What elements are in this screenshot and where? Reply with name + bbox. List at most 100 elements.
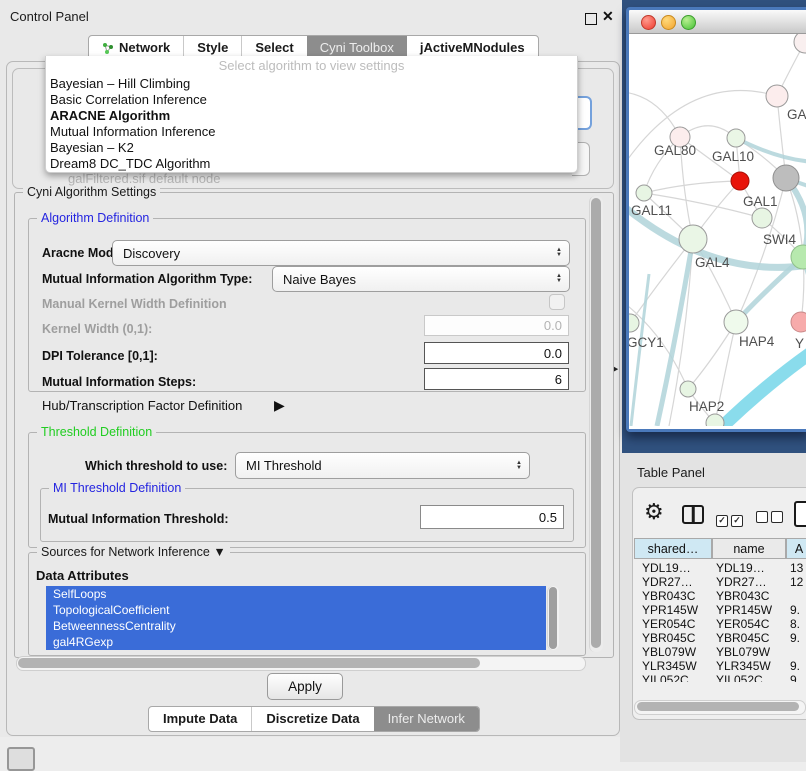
threshold-definition-title: Threshold Definition xyxy=(37,425,156,439)
cyni-algorithm-settings-title: Cyni Algorithm Settings xyxy=(23,185,160,199)
data-attributes-label: Data Attributes xyxy=(36,568,129,583)
apply-button[interactable]: Apply xyxy=(267,673,343,700)
attributes-scrollbar-thumb[interactable] xyxy=(549,587,557,649)
table-panel: Table Panel ⚙ ✓✓ shared… name A YDL19…YD… xyxy=(620,453,806,762)
document-icon[interactable] xyxy=(794,501,806,527)
mi-type-value: Naive Bayes xyxy=(283,272,356,287)
zoom-traffic-light-icon[interactable] xyxy=(681,15,696,30)
node-red-selected[interactable] xyxy=(731,172,749,190)
tab-impute-data[interactable]: Impute Data xyxy=(149,707,251,731)
mi-type-combobox[interactable]: Naive Bayes ▲▼ xyxy=(272,266,570,292)
sources-title[interactable]: Sources for Network Inference xyxy=(41,545,210,559)
minimize-traffic-light-icon[interactable] xyxy=(661,15,676,30)
column-header-name[interactable]: name xyxy=(712,538,786,559)
table-horizontal-scrollbar[interactable] xyxy=(634,700,806,715)
cyni-bottom-tabstrip: Impute Data Discretize Data Infer Networ… xyxy=(148,706,480,732)
node-gal11[interactable] xyxy=(636,185,652,201)
node-label-gal1: GAL1 xyxy=(743,194,778,209)
dropdown-item-basic-correlation[interactable]: Basic Correlation Inference xyxy=(46,92,577,108)
node-hap4[interactable] xyxy=(724,310,748,334)
which-threshold-value: MI Threshold xyxy=(246,458,322,473)
aracne-mode-combobox[interactable]: Discovery ▲▼ xyxy=(112,240,570,266)
network-edge-cyan xyxy=(723,350,806,426)
network-combobox-value: galFiltered.sif default node xyxy=(68,171,220,186)
mi-threshold-field[interactable]: 0.5 xyxy=(420,505,564,529)
which-threshold-label: Which threshold to use: xyxy=(85,459,227,473)
node-label-gal11: GAL11 xyxy=(631,203,672,218)
sources-title-wrap: Sources for Network Inference ▼ xyxy=(37,545,230,559)
tab-discretize-data[interactable]: Discretize Data xyxy=(251,707,373,731)
select-all-checkboxes-icon[interactable]: ✓✓ xyxy=(716,510,746,528)
node-label-hap4: HAP4 xyxy=(739,334,775,349)
float-window-icon[interactable] xyxy=(585,13,597,25)
control-panel: Control Panel ✕ Network Style Select Cyn… xyxy=(0,0,622,737)
dpi-tolerance-field[interactable]: 0.0 xyxy=(424,342,569,364)
sources-collapse-arrow-icon[interactable]: ▼ xyxy=(213,545,225,559)
manual-kernel-label: Manual Kernel Width Definition xyxy=(42,297,227,311)
node-label-gal80: GAL80 xyxy=(654,143,696,158)
node-hap2[interactable] xyxy=(680,381,696,397)
network-window-titlebar[interactable] xyxy=(629,10,806,34)
unchecked-box-icon xyxy=(771,511,783,523)
close-icon[interactable]: ✕ xyxy=(602,8,614,25)
list-item-gal4rgexp[interactable]: gal4RGexp xyxy=(46,634,546,650)
node-unlabeled-top[interactable] xyxy=(794,34,806,53)
kernel-width-field[interactable]: 0.0 xyxy=(424,315,569,336)
node-y[interactable] xyxy=(791,312,806,332)
dropdown-item-mutual-information[interactable]: Mutual Information Inference xyxy=(46,124,577,140)
close-traffic-light-icon[interactable] xyxy=(641,15,656,30)
node-gal-pink[interactable] xyxy=(766,85,788,107)
control-panel-title: Control Panel xyxy=(10,9,89,24)
hub-definition-label[interactable]: Hub/Transcription Factor Definition xyxy=(42,398,242,413)
algorithm-definition-title: Algorithm Definition xyxy=(37,211,153,225)
tab-infer-network[interactable]: Infer Network xyxy=(374,707,479,731)
settings-horizontal-scrollbar[interactable] xyxy=(16,656,586,671)
kernel-width-label: Kernel Width (0,1): xyxy=(42,322,152,336)
settings-vertical-scrollbar[interactable] xyxy=(589,196,603,652)
mi-steps-label: Mutual Information Steps: xyxy=(42,375,196,389)
stepper-icon: ▲▼ xyxy=(516,461,522,471)
node-gal1[interactable] xyxy=(752,208,772,228)
checked-box-icon: ✓ xyxy=(731,515,743,527)
dropdown-item-aracne[interactable]: ARACNE Algorithm xyxy=(46,108,577,124)
node-label-gal4: GAL4 xyxy=(695,255,730,270)
list-item-topologicalcoefficient[interactable]: TopologicalCoefficient xyxy=(46,602,546,618)
which-threshold-combobox[interactable]: MI Threshold ▲▼ xyxy=(235,452,530,479)
hub-expand-arrow-icon[interactable]: ▶ xyxy=(274,397,285,414)
attributes-scrollbar[interactable] xyxy=(547,586,559,650)
node-gal4[interactable] xyxy=(679,225,707,253)
column-header-shared[interactable]: shared… xyxy=(634,538,712,559)
mi-type-label: Mutual Information Algorithm Type: xyxy=(42,272,252,286)
node-gal10[interactable] xyxy=(727,129,745,147)
gear-icon[interactable]: ⚙ xyxy=(644,499,664,525)
node-label-gal10: GAL10 xyxy=(712,149,754,164)
table-panel-title: Table Panel xyxy=(637,465,705,480)
dropdown-item-bayesian-k2[interactable]: Bayesian – K2 xyxy=(46,140,577,156)
tab-infer-network-label: Infer Network xyxy=(388,711,465,726)
deselect-all-checkboxes-icon[interactable] xyxy=(756,510,786,528)
mi-threshold-label: Mutual Information Threshold: xyxy=(48,512,229,526)
settings-horizontal-scrollbar-thumb[interactable] xyxy=(18,658,480,668)
network-icon xyxy=(102,42,114,54)
dropdown-hint: Select algorithm to view settings xyxy=(46,56,577,76)
table-horizontal-scrollbar-thumb[interactable] xyxy=(637,702,799,711)
data-attributes-list: SelfLoops TopologicalCoefficient Between… xyxy=(46,586,546,650)
splitpane-caret-icon[interactable]: ‣ xyxy=(612,362,620,378)
tab-discretize-data-label: Discretize Data xyxy=(266,711,359,726)
network-canvas[interactable]: GAL GAL80 GAL10 GAL11 GAL1 GAL4 SWI4 GCY… xyxy=(629,34,806,429)
manual-kernel-checkbox[interactable] xyxy=(549,294,565,310)
node-gray[interactable] xyxy=(773,165,799,191)
dropdown-item-dream8[interactable]: Dream8 DC_TDC Algorithm xyxy=(46,156,577,172)
network-view-window: GAL GAL80 GAL10 GAL11 GAL1 GAL4 SWI4 GCY… xyxy=(626,7,806,432)
node-label-y: Y xyxy=(795,336,804,351)
corner-button[interactable] xyxy=(7,747,35,771)
dropdown-item-bayesian-hill-climbing[interactable]: Bayesian – Hill Climbing xyxy=(46,76,577,92)
list-item-betweennesscentrality[interactable]: BetweennessCentrality xyxy=(46,618,546,634)
mi-steps-field[interactable]: 6 xyxy=(424,368,569,390)
list-item-selfloops[interactable]: SelfLoops xyxy=(46,586,546,602)
tab-impute-data-label: Impute Data xyxy=(163,711,237,726)
column-header-partial[interactable]: A xyxy=(786,538,806,559)
settings-vertical-scrollbar-thumb[interactable] xyxy=(591,198,601,648)
columns-icon[interactable] xyxy=(682,505,704,524)
node-gcy1[interactable] xyxy=(629,314,639,332)
